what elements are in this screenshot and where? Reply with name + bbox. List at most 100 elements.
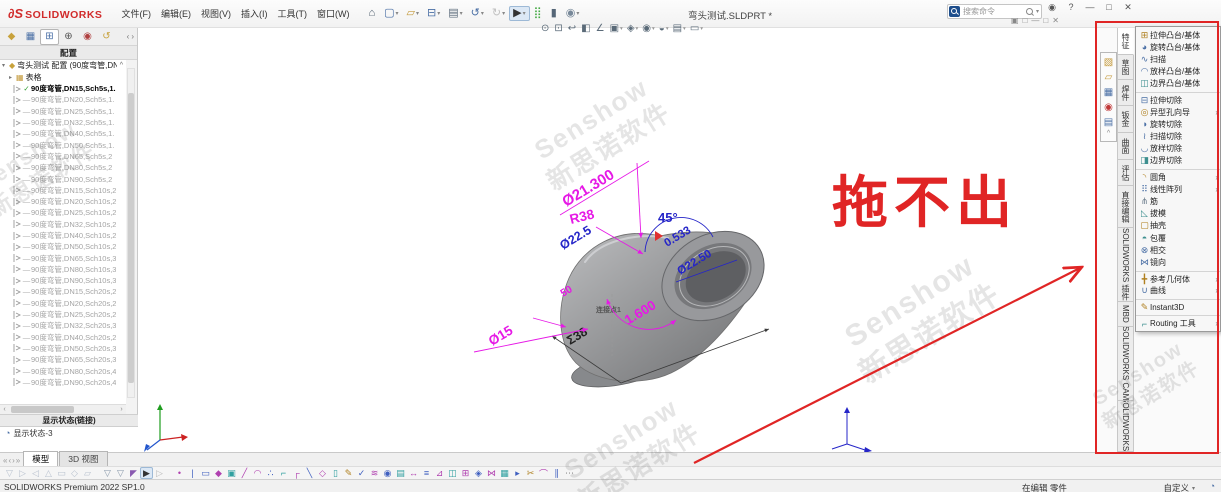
feature-menu-item[interactable]: ⋔ 筋 [1136, 195, 1220, 207]
feature-menu-item[interactable]: ✎ Instant3D [1136, 299, 1220, 313]
toolbar-button[interactable]: ▮ [547, 6, 562, 21]
collapse-chevron-icon[interactable]: ^ [120, 62, 126, 69]
view-tab[interactable]: 模型 [23, 451, 58, 466]
commandmanager-tab[interactable]: 钣金 [1117, 106, 1134, 133]
commandmanager-tab[interactable]: 直接编辑 [1117, 186, 1134, 228]
commandmanager-tab[interactable]: SOLIDWORKS 插件 [1117, 228, 1134, 302]
feature-menu-item[interactable]: ⊞ 拉伸凸台/基体 [1136, 29, 1220, 41]
sketch-tool-icon[interactable]: △ [42, 467, 55, 479]
scrollbar-thumb[interactable] [128, 93, 134, 383]
doc-window-button[interactable]: □ [1043, 16, 1048, 25]
menu-item[interactable]: 视图(V) [196, 4, 236, 23]
configuration-row[interactable]: — 90度弯管,DN80,Sch5s,2 [0, 162, 126, 173]
configuration-row[interactable]: — 90度弯管,DN20,Sch10s,2 [0, 196, 126, 207]
elbow-model-scene[interactable]: Σ38 连接点1 Ø21.300 R38 Ø15 1.600 50 [139, 28, 1095, 452]
window-control-button[interactable]: □ [1103, 2, 1115, 13]
feature-menu-item[interactable]: ◺ 拔模 [1136, 208, 1220, 220]
sketch-tool-icon[interactable]: ▦ [498, 467, 511, 479]
configuration-row[interactable]: — 90度弯管,DN25,Sch10s,2 [0, 207, 126, 218]
configuration-row[interactable]: — 90度弯管,DN40,Sch5s,1. [0, 128, 126, 139]
connection-point-label[interactable]: 连接点1 [596, 305, 621, 314]
sketch-tool-icon[interactable]: ◁ [29, 467, 42, 479]
configuration-row[interactable]: — 90度弯管,DN65,Sch20s,3 [0, 354, 126, 365]
configuration-row[interactable]: — 90度弯管,DN90,Sch10s,3 [0, 275, 126, 286]
tab-nav-arrow[interactable]: » [16, 456, 20, 465]
configuration-row[interactable]: — 90度弯管,DN25,Sch5s,1. [0, 106, 126, 117]
commandmanager-tab[interactable]: 特征 [1117, 28, 1134, 55]
tab-scroll-arrow[interactable]: › [131, 32, 134, 41]
sketch-tool-icon[interactable]: ▽ [114, 467, 127, 479]
task-pane-tab-icon[interactable]: ▧ [1104, 55, 1113, 70]
task-pane-tab-icon[interactable]: ◉ [1104, 100, 1113, 115]
feature-menu-item[interactable]: ⊟ 拉伸切除 [1136, 92, 1220, 106]
sketch-tool-icon[interactable]: ∴ [264, 467, 277, 479]
task-pane-tab-icon[interactable]: ▦ [1104, 85, 1113, 100]
configuration-row[interactable]: — 90度弯管,DN20,Sch5s,1. [0, 94, 126, 105]
menu-item[interactable]: 窗口(W) [312, 4, 355, 23]
sketch-tool-icon[interactable]: ✓ [355, 467, 368, 479]
configuration-row[interactable]: — 90度弯管,DN90,Sch20s,4 [0, 377, 126, 388]
sketch-tool-icon[interactable]: ▽ [101, 467, 114, 479]
sketch-tool-icon[interactable]: • [173, 467, 186, 479]
dim-bend-radius[interactable]: R38 [568, 206, 596, 227]
panel-tab[interactable]: ↺ [97, 29, 116, 45]
sketch-tool-icon[interactable]: ▶ [140, 467, 153, 479]
commandmanager-tab[interactable]: SOLIDWORKS CAM [1117, 327, 1134, 401]
tab-nav-arrow[interactable]: › [12, 456, 15, 465]
graphics-area[interactable]: ⊙ ⊡ ↩ ◧ ∠ [139, 28, 1095, 452]
doc-window-button[interactable]: □ [1023, 16, 1028, 25]
dim-outer-diameter[interactable]: Ø21.300 [559, 166, 617, 210]
dim-inner-diameter[interactable]: Ø22.5 [557, 223, 593, 253]
commandmanager-tab[interactable]: MBD [1117, 302, 1134, 327]
feature-menu-item[interactable]: ⌐ Routing 工具 › [1136, 315, 1220, 329]
window-control-button[interactable]: ✕ [1122, 2, 1134, 13]
tree-table-row[interactable]: ▸ ▦ 表格 [0, 72, 126, 84]
toolbar-button[interactable]: ◉ ▾ [562, 6, 584, 21]
sketch-tool-icon[interactable]: ▤ [394, 467, 407, 479]
feature-menu-item[interactable]: ◎ 异型孔向导 › [1136, 106, 1220, 118]
doc-window-button[interactable]: — [1031, 16, 1039, 25]
search-chevron-icon[interactable]: ▾ [1036, 8, 1039, 15]
panel-tab[interactable]: ◆ [2, 29, 21, 45]
expand-arrow-icon[interactable]: ▸ [9, 74, 16, 81]
sketch-tool-icon[interactable]: ⌒ [537, 467, 550, 479]
expand-arrow-icon[interactable]: ▾ [2, 62, 9, 69]
configuration-row[interactable]: — 90度弯管,DN20,Sch20s,2 [0, 298, 126, 309]
feature-menu-item[interactable]: ◓ 包覆 [1136, 232, 1220, 244]
scrollbar-thumb[interactable] [11, 406, 74, 413]
sketch-tool-icon[interactable]: ✂ [524, 467, 537, 479]
sketch-tool-icon[interactable]: ▱ [81, 467, 94, 479]
configuration-row[interactable]: — 90度弯管,DN50,Sch20s,3 [0, 343, 126, 354]
sketch-tool-icon[interactable]: ◉ [381, 467, 394, 479]
commandmanager-tab[interactable]: 焊件 [1117, 80, 1134, 106]
configuration-row[interactable]: — 90度弯管,DN40,Sch10s,2 [0, 230, 126, 241]
feature-menu-item[interactable]: ◨ 边界切除 [1136, 155, 1220, 167]
feature-menu-item[interactable]: ≀ 扫描切除 [1136, 131, 1220, 143]
toolbar-button[interactable]: ⊟ ▾ [423, 6, 444, 21]
custom-dropdown[interactable]: 自定义 ▾ [1163, 482, 1195, 492]
search-icon[interactable] [1026, 8, 1034, 16]
tree-vertical-scrollbar[interactable] [127, 68, 135, 398]
commandmanager-tab[interactable]: SOLIDWORKS.. [1117, 401, 1134, 452]
view-tab[interactable]: 3D 视图 [59, 451, 107, 466]
feature-menu-item[interactable]: ◝ 圆角 › [1136, 169, 1220, 183]
sketch-tool-icon[interactable]: ◫ [446, 467, 459, 479]
sketch-tool-icon[interactable]: ≡ [420, 467, 433, 479]
feature-menu-item[interactable]: ◡ 放样切除 [1136, 143, 1220, 155]
panel-tab[interactable]: ⊕ [59, 29, 78, 45]
sketch-tool-icon[interactable]: ⋯ [563, 467, 576, 479]
commandmanager-tab[interactable]: 曲面 [1117, 133, 1134, 160]
sketch-tool-icon[interactable]: ⌐ [277, 467, 290, 479]
configuration-row[interactable]: — 90度弯管,DN32,Sch20s,3 [0, 320, 126, 331]
collapse-chevron-icon[interactable]: ^ [1107, 130, 1110, 139]
sketch-tool-icon[interactable]: ▽ [3, 467, 16, 479]
sketch-tool-icon[interactable]: ∥ [550, 467, 563, 479]
doc-window-button[interactable]: ▣ [1011, 16, 1019, 25]
feature-menu-item[interactable]: ⠿ 线性阵列 › [1136, 183, 1220, 195]
menu-item[interactable]: 文件(F) [116, 4, 156, 23]
sketch-tool-icon[interactable]: ◆ [212, 467, 225, 479]
feature-menu-item[interactable]: ∿ 扫描 [1136, 53, 1220, 65]
feature-menu-item[interactable]: ⊗ 相交 [1136, 244, 1220, 256]
commandmanager-tab[interactable]: 评估 [1117, 160, 1134, 186]
sketch-tool-icon[interactable]: ◤ [127, 467, 140, 479]
